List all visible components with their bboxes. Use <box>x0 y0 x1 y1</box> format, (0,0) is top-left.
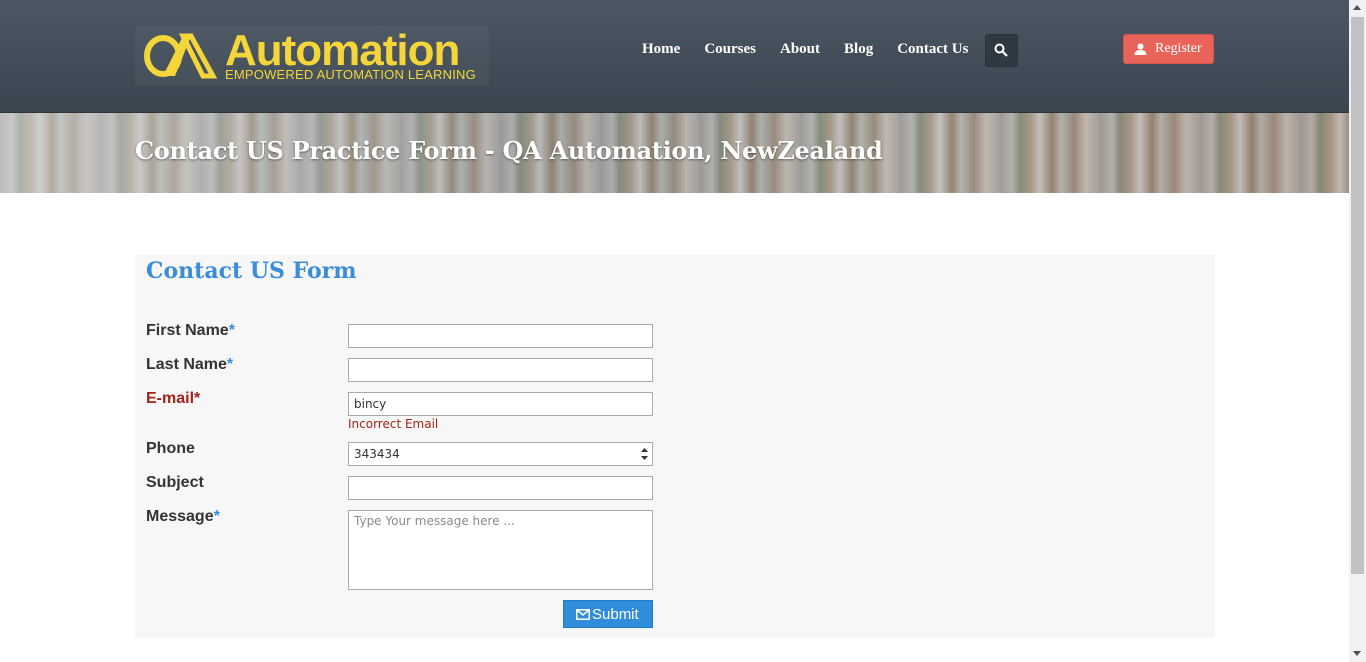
phone-label: Phone <box>146 440 195 457</box>
scroll-thumb[interactable] <box>1351 17 1364 574</box>
contact-form: Contact US Form First Name* Last Name* E… <box>135 255 1215 638</box>
envelope-icon <box>576 609 590 620</box>
number-spinner-icon[interactable] <box>640 447 649 461</box>
phone-field <box>348 442 653 466</box>
subject-label: Subject <box>146 474 204 491</box>
user-icon <box>1134 43 1147 55</box>
required-mark: * <box>194 390 201 407</box>
logo-subtitle: EMPOWERED AUTOMATION LEARNING <box>225 67 476 82</box>
phone-input[interactable] <box>349 443 639 465</box>
qa-logo-icon <box>144 33 218 79</box>
last-name-input[interactable] <box>348 358 653 382</box>
nav-contact-us[interactable]: Contact Us <box>897 41 968 58</box>
nav-about[interactable]: About <box>780 41 820 58</box>
submit-label: Submit <box>592 606 639 623</box>
form-title: Contact US Form <box>146 258 357 284</box>
scroll-up-icon[interactable] <box>1353 5 1361 10</box>
submit-button[interactable]: Submit <box>563 600 653 628</box>
main-nav: Home Courses About Blog Contact Us <box>642 41 992 58</box>
nav-courses[interactable]: Courses <box>704 41 756 58</box>
email-label: E-mail* <box>146 390 201 407</box>
site-header: Automation EMPOWERED AUTOMATION LEARNING… <box>0 0 1349 113</box>
site-logo[interactable]: Automation EMPOWERED AUTOMATION LEARNING <box>135 26 489 86</box>
search-icon <box>994 43 1008 57</box>
register-label: Register <box>1155 41 1202 56</box>
page-banner: Contact US Practice Form - QA Automation… <box>0 113 1349 193</box>
message-textarea[interactable] <box>348 510 653 590</box>
email-error-message: Incorrect Email <box>348 417 439 431</box>
required-mark: * <box>226 356 234 373</box>
message-label: Message* <box>146 508 220 525</box>
last-name-label: Last Name* <box>146 356 234 373</box>
first-name-label: First Name* <box>146 322 235 339</box>
scroll-down-icon[interactable] <box>1353 651 1361 656</box>
nav-blog[interactable]: Blog <box>844 41 873 58</box>
email-input[interactable] <box>348 392 653 416</box>
first-name-input[interactable] <box>348 324 653 348</box>
required-mark: * <box>213 508 220 525</box>
page-scrollbar[interactable] <box>1349 0 1366 662</box>
search-button[interactable] <box>985 34 1018 67</box>
required-mark: * <box>228 322 235 339</box>
register-button[interactable]: Register <box>1123 34 1214 64</box>
page-title: Contact US Practice Form - QA Automation… <box>135 136 883 165</box>
subject-input[interactable] <box>348 476 653 500</box>
nav-home[interactable]: Home <box>642 41 680 58</box>
